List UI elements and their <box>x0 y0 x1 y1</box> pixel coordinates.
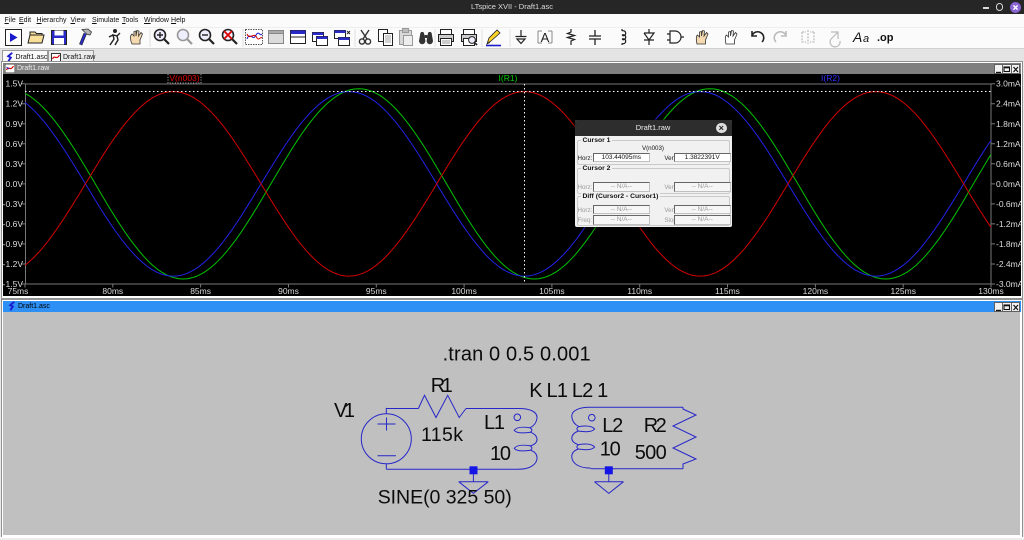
svg-text:500: 500 <box>635 442 667 464</box>
svg-text:1.5V: 1.5V <box>6 79 24 89</box>
svg-text:-2.4mA: -2.4mA <box>996 259 1021 269</box>
svg-text:SINE(0 325 50): SINE(0 325 50) <box>378 487 512 509</box>
svg-text:2.4mA: 2.4mA <box>996 99 1021 109</box>
svg-text:-0.6V: -0.6V <box>3 219 23 229</box>
svg-text:-0.3V: -0.3V <box>3 199 23 209</box>
svg-text:0.3V: 0.3V <box>6 159 24 169</box>
svg-text:75ms: 75ms <box>8 286 29 296</box>
svg-text:125ms: 125ms <box>890 286 916 296</box>
svg-text:-1.8mA: -1.8mA <box>996 239 1021 249</box>
svg-text:0.6mA: 0.6mA <box>996 159 1021 169</box>
svg-text:85ms: 85ms <box>190 286 211 296</box>
svg-text:0.0mA: 0.0mA <box>996 179 1021 189</box>
svg-text:0.0V: 0.0V <box>6 179 24 189</box>
svg-text:-1.2V: -1.2V <box>3 259 23 269</box>
svg-text:1.2V: 1.2V <box>6 99 24 109</box>
svg-text:a: a <box>863 33 869 45</box>
svg-text:V1: V1 <box>334 400 355 422</box>
svg-text:80ms: 80ms <box>102 286 123 296</box>
svg-text:105ms: 105ms <box>539 286 565 296</box>
svg-text:-1.2mA: -1.2mA <box>996 219 1021 229</box>
svg-text:V(n003): V(n003) <box>169 74 199 83</box>
svg-text:R1: R1 <box>431 375 453 397</box>
svg-text:L2: L2 <box>602 415 623 437</box>
svg-text:115k: 115k <box>421 424 463 446</box>
svg-text:95ms: 95ms <box>366 286 387 296</box>
svg-text:1.8mA: 1.8mA <box>996 119 1021 129</box>
svg-text:-0.6mA: -0.6mA <box>996 199 1021 209</box>
svg-text:-0.9V: -0.9V <box>3 239 23 249</box>
svg-text:I(R1): I(R1) <box>499 74 518 83</box>
svg-text:K L1 L2 1: K L1 L2 1 <box>529 380 608 402</box>
svg-text:.op: .op <box>877 32 894 44</box>
svg-text:120ms: 120ms <box>803 286 829 296</box>
svg-text:3.0mA: 3.0mA <box>996 79 1021 89</box>
svg-text:115ms: 115ms <box>715 286 740 296</box>
svg-text:0.9V: 0.9V <box>6 119 24 129</box>
svg-text:I(R2): I(R2) <box>821 74 840 83</box>
svg-text:110ms: 110ms <box>627 286 652 296</box>
svg-text:10: 10 <box>490 443 511 465</box>
svg-text:130ms: 130ms <box>978 286 1004 296</box>
svg-text:100ms: 100ms <box>451 286 477 296</box>
svg-text:1.2mA: 1.2mA <box>996 139 1021 149</box>
svg-text:90ms: 90ms <box>278 286 299 296</box>
svg-text:A: A <box>541 30 550 45</box>
svg-text:R2: R2 <box>644 415 667 437</box>
svg-text:.tran 0 0.5 0.001: .tran 0 0.5 0.001 <box>443 344 591 366</box>
svg-text:0.6V: 0.6V <box>6 139 24 149</box>
svg-text:L1: L1 <box>484 412 505 434</box>
svg-text:A: A <box>852 29 862 45</box>
svg-text:10: 10 <box>600 439 621 461</box>
